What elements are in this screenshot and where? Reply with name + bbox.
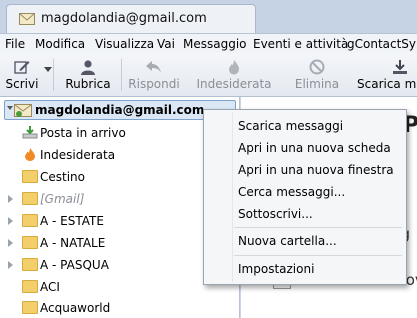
expand-arrow-icon[interactable] [8, 239, 13, 247]
expand-arrow-icon[interactable] [8, 217, 13, 225]
flame-icon [229, 60, 239, 75]
download-icon [393, 60, 407, 74]
address-book-label: Rubrica [65, 77, 111, 91]
delete-button[interactable]: Elimina [290, 57, 344, 93]
write-button[interactable]: Scrivi [2, 57, 42, 93]
folder-icon [22, 301, 38, 314]
reply-label: Rispondi [128, 77, 180, 91]
folder-label: Cestino [40, 170, 85, 184]
folder-icon [22, 214, 38, 227]
menu-messaggio[interactable]: Messaggio [183, 37, 247, 51]
menu-visualizza[interactable]: Visualizza [95, 37, 154, 51]
toolbar-divider [121, 59, 122, 91]
ctx-open-new-window[interactable]: Apri in una nuova finestra [238, 163, 394, 177]
address-book-button[interactable]: Rubrica [62, 57, 114, 93]
pencil-icon [14, 61, 30, 74]
delete-label: Elimina [294, 77, 340, 91]
menu-separator [234, 227, 402, 228]
account-envelope-icon [14, 104, 32, 117]
folder-label: [Gmail] [40, 192, 85, 206]
folder-label: Acquaworld [40, 301, 111, 315]
get-messages-label: Scarica messaggi [357, 77, 417, 91]
folder-label: ACI [40, 280, 60, 294]
chevron-down-icon[interactable] [44, 67, 52, 72]
write-label: Scrivi [5, 77, 39, 91]
folder-label: Indesiderata [40, 148, 116, 162]
menu-file[interactable]: File [5, 37, 25, 51]
folder-icon [22, 236, 38, 249]
menu-modifica[interactable]: Modifica [35, 37, 85, 51]
prohibited-icon [309, 59, 325, 75]
folder-icon [22, 192, 38, 205]
menu-gutter [232, 112, 233, 282]
get-messages-button[interactable]: Scarica messaggi [354, 57, 417, 93]
folder-icon [22, 280, 38, 293]
menu-bar: File Modifica Visualizza Vai Messaggio E… [0, 33, 417, 53]
inbox-icon [22, 126, 38, 139]
menu-vai[interactable]: Vai [157, 37, 175, 51]
reply-arrow-icon [146, 61, 161, 73]
junk-flame-icon [25, 148, 35, 161]
menu-gcontactsync[interactable]: gContactSync [347, 37, 417, 51]
menu-eventi[interactable]: Eventi e attività [253, 37, 348, 51]
toolbar-divider [53, 59, 54, 91]
expand-arrow-icon[interactable] [8, 261, 13, 269]
toolbar: Scrivi Rubrica Rispondi Indesiderata Eli… [0, 53, 417, 97]
envelope-icon [19, 13, 35, 25]
folder-label: A - NATALE [40, 236, 106, 250]
folder-context-menu: Scarica messaggi Apri in una nuova sched… [203, 109, 407, 285]
account-label: magdolandia@gmail.com [35, 103, 205, 117]
menu-separator [234, 255, 402, 256]
tab-title: magdolandia@gmail.com [41, 11, 207, 26]
account-row[interactable]: magdolandia@gmail.com [4, 100, 236, 120]
ctx-settings[interactable]: Impostazioni [238, 262, 314, 276]
folder-label: Posta in arrivo [40, 126, 126, 140]
folder-icon [22, 258, 38, 271]
ctx-get-messages[interactable]: Scarica messaggi [238, 119, 343, 133]
tab-account[interactable]: magdolandia@gmail.com [6, 4, 256, 33]
title-bar: magdolandia@gmail.com [0, 0, 417, 33]
person-icon [81, 60, 95, 75]
expand-arrow-icon[interactable] [7, 106, 13, 110]
expand-arrow-icon[interactable] [8, 195, 13, 203]
junk-label: Indesiderata [196, 77, 272, 91]
junk-button[interactable]: Indesiderata [194, 57, 274, 93]
ctx-new-folder[interactable]: Nuova cartella... [238, 234, 337, 248]
folder-acquaworld[interactable]: Acquaworld [0, 297, 240, 318]
folder-label: A - PASQUA [40, 258, 109, 272]
ctx-subscribe[interactable]: Sottoscrivi... [238, 207, 313, 221]
folder-label: A - ESTATE [40, 214, 104, 228]
folder-icon [22, 170, 38, 183]
reply-button[interactable]: Rispondi [126, 57, 182, 93]
ctx-open-new-tab[interactable]: Apri in una nuova scheda [238, 141, 391, 155]
ctx-search-messages[interactable]: Cerca messaggi... [238, 185, 345, 199]
